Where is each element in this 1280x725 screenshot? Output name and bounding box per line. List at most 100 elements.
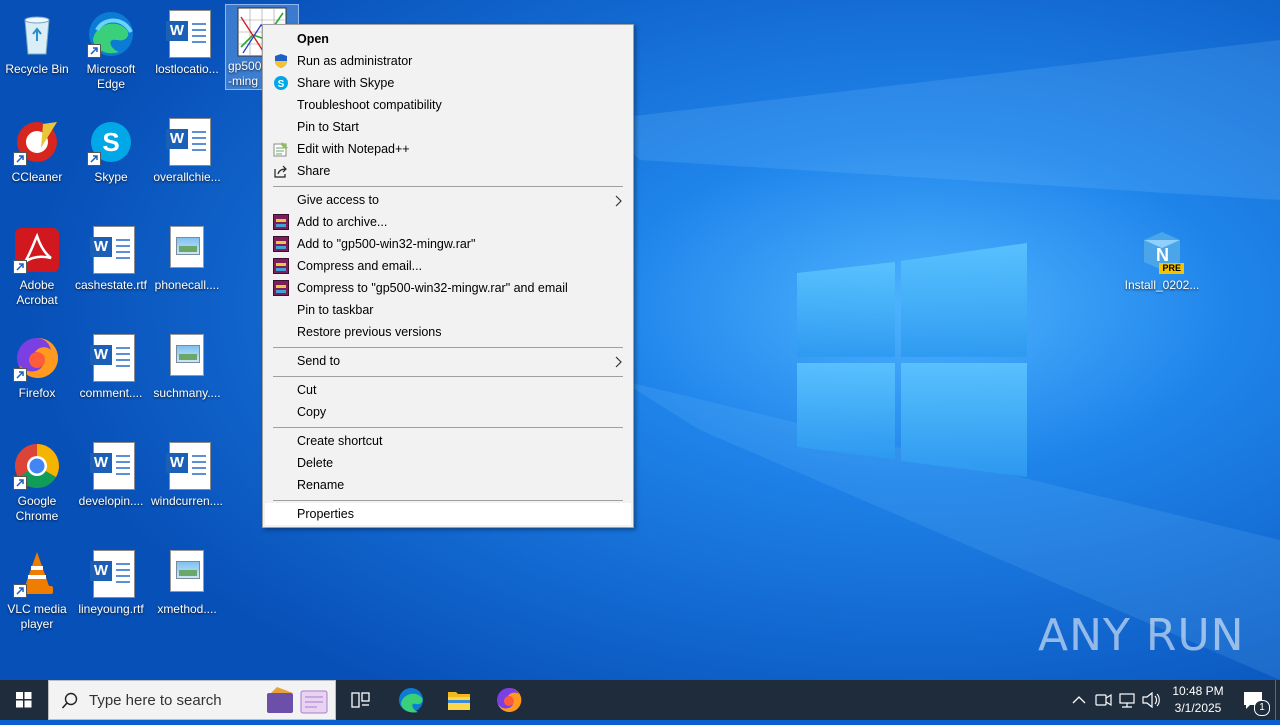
desktop-icon-label: developin....: [78, 494, 144, 508]
menu-item-give-access-to[interactable]: Give access to: [265, 189, 631, 211]
desktop-icon-comment[interactable]: W comment....: [74, 328, 148, 401]
word-document-icon: W: [166, 118, 211, 166]
menu-item-share-with-skype[interactable]: S Share with Skype: [265, 72, 631, 94]
menu-item-pin-to-start[interactable]: Pin to Start: [265, 116, 631, 138]
menu-item-run-as-administrator[interactable]: Run as administrator: [265, 50, 631, 72]
desktop-icon-lineyoung[interactable]: W lineyoung.rtf: [74, 544, 148, 617]
desktop-icon-firefox[interactable]: Firefox: [0, 328, 74, 401]
firefox-icon: [13, 334, 61, 382]
taskbar: Type here to search 10:48 PM 3/1/2025 1: [0, 680, 1280, 720]
windows-logo-icon: [16, 692, 32, 708]
menu-item-open[interactable]: Open: [265, 28, 631, 50]
menu-item-restore-previous-versions[interactable]: Restore previous versions: [265, 321, 631, 343]
menu-item-add-to-rar[interactable]: Add to "gp500-win32-mingw.rar": [265, 233, 631, 255]
desktop-icon-install-notion[interactable]: N PRE Install_0202...: [1122, 220, 1202, 293]
menu-item-send-to[interactable]: Send to: [265, 350, 631, 372]
menu-item-delete[interactable]: Delete: [265, 452, 631, 474]
menu-item-rename[interactable]: Rename: [265, 474, 631, 496]
taskbar-file-explorer[interactable]: [436, 680, 482, 720]
action-center-button[interactable]: 1: [1234, 680, 1274, 720]
chevron-right-icon: [613, 354, 623, 368]
desktop-icon-label: comment....: [79, 386, 143, 400]
menu-separator: [273, 347, 623, 348]
menu-item-cut[interactable]: Cut: [265, 379, 631, 401]
tray-volume[interactable]: [1140, 680, 1162, 720]
menu-item-pin-to-taskbar[interactable]: Pin to taskbar: [265, 299, 631, 321]
tray-network[interactable]: [1116, 680, 1138, 720]
desktop-icon-developin[interactable]: W developin....: [74, 436, 148, 509]
notion-installer-icon: N PRE: [1138, 226, 1186, 274]
skype-icon: S: [87, 118, 135, 166]
menu-item-compress-and-email[interactable]: Compress and email...: [265, 255, 631, 277]
desktop-icon-label: Skype: [94, 170, 128, 184]
shortcut-arrow-icon: [13, 368, 27, 382]
chevron-up-icon: [1072, 696, 1086, 704]
desktop-icon-suchmany[interactable]: suchmany....: [150, 328, 224, 401]
menu-item-compress-to-rar-and-email[interactable]: Compress to "gp500-win32-mingw.rar" and …: [265, 277, 631, 299]
desktop-icon-label: Microsoft Edge: [86, 62, 136, 91]
menu-item-add-to-archive[interactable]: Add to archive...: [265, 211, 631, 233]
desktop-icon-overallchie[interactable]: W overallchie...: [150, 112, 224, 185]
search-highlight-icon: [267, 687, 328, 714]
desktop-icon-xmethod[interactable]: xmethod....: [150, 544, 224, 617]
taskbar-search-box[interactable]: Type here to search: [48, 680, 336, 720]
chrome-icon: [13, 442, 61, 490]
desktop-icon-label: suchmany....: [153, 386, 221, 400]
desktop-icon-ccleaner[interactable]: CCleaner: [0, 112, 74, 185]
menu-item-copy[interactable]: Copy: [265, 401, 631, 423]
uac-shield-icon: [273, 53, 289, 69]
shortcut-arrow-icon: [13, 152, 27, 166]
menu-item-edit-with-notepadpp[interactable]: Edit with Notepad++: [265, 138, 631, 160]
svg-text:S: S: [102, 127, 119, 157]
desktop-icon-label: Install_0202...: [1124, 278, 1200, 292]
notification-count-badge: 1: [1254, 700, 1270, 716]
anyrun-watermark: ANY RUN: [1038, 610, 1245, 661]
menu-separator: [273, 186, 623, 187]
desktop-icon-skype[interactable]: S Skype: [74, 112, 148, 185]
start-button[interactable]: [0, 680, 48, 720]
menu-item-create-shortcut[interactable]: Create shortcut: [265, 430, 631, 452]
word-document-icon: W: [90, 550, 135, 598]
desktop-icon-label: VLC media player: [7, 602, 67, 631]
desktop-icon-label: xmethod....: [157, 602, 217, 616]
menu-item-share[interactable]: Share: [265, 160, 631, 182]
winrar-icon: [273, 258, 289, 274]
svg-text:N: N: [1156, 245, 1169, 265]
image-file-icon: [170, 550, 204, 592]
taskbar-clock[interactable]: 10:48 PM 3/1/2025: [1162, 683, 1234, 717]
desktop-icon-label: CCleaner: [11, 170, 63, 184]
desktop-icon-adobe-acrobat[interactable]: Adobe Acrobat: [0, 220, 74, 308]
chevron-right-icon: [613, 193, 623, 207]
desktop-icon-lostlocatio[interactable]: W lostlocatio...: [150, 4, 224, 77]
show-desktop-button[interactable]: [1275, 680, 1280, 720]
taskbar-firefox[interactable]: [486, 680, 532, 720]
desktop-icon-phonecall[interactable]: phonecall....: [150, 220, 224, 293]
desktop-icon-cashestate[interactable]: W cashestate.rtf: [74, 220, 148, 293]
shortcut-arrow-icon: [13, 260, 27, 274]
desktop-icon-google-chrome[interactable]: Google Chrome: [0, 436, 74, 524]
word-document-icon: W: [90, 442, 135, 490]
vlc-icon: [13, 550, 61, 598]
desktop-icon-microsoft-edge[interactable]: Microsoft Edge: [74, 4, 148, 92]
camera-icon: [1095, 693, 1112, 707]
menu-item-troubleshoot-compatibility[interactable]: Troubleshoot compatibility: [265, 94, 631, 116]
tray-meet-now[interactable]: [1092, 680, 1114, 720]
word-document-icon: W: [166, 442, 211, 490]
volume-icon: [1142, 691, 1160, 709]
menu-separator: [273, 427, 623, 428]
winrar-icon: [273, 236, 289, 252]
winrar-icon: [273, 280, 289, 296]
image-file-icon: [170, 226, 204, 268]
desktop-icon-vlc[interactable]: VLC media player: [0, 544, 74, 632]
firefox-icon: [497, 687, 522, 712]
notifications-icon: [1244, 692, 1262, 709]
desktop-icon-windcurren[interactable]: W windcurren....: [150, 436, 224, 509]
menu-item-properties[interactable]: Properties: [265, 503, 631, 525]
tray-overflow-button[interactable]: [1068, 680, 1090, 720]
taskbar-edge[interactable]: [388, 680, 434, 720]
task-view-button[interactable]: [340, 680, 380, 720]
pre-badge: PRE: [1159, 263, 1184, 274]
desktop-icon-label: lineyoung.rtf: [78, 602, 144, 616]
clock-time: 10:48 PM: [1172, 684, 1224, 698]
desktop-icon-recycle-bin[interactable]: Recycle Bin: [0, 4, 74, 77]
